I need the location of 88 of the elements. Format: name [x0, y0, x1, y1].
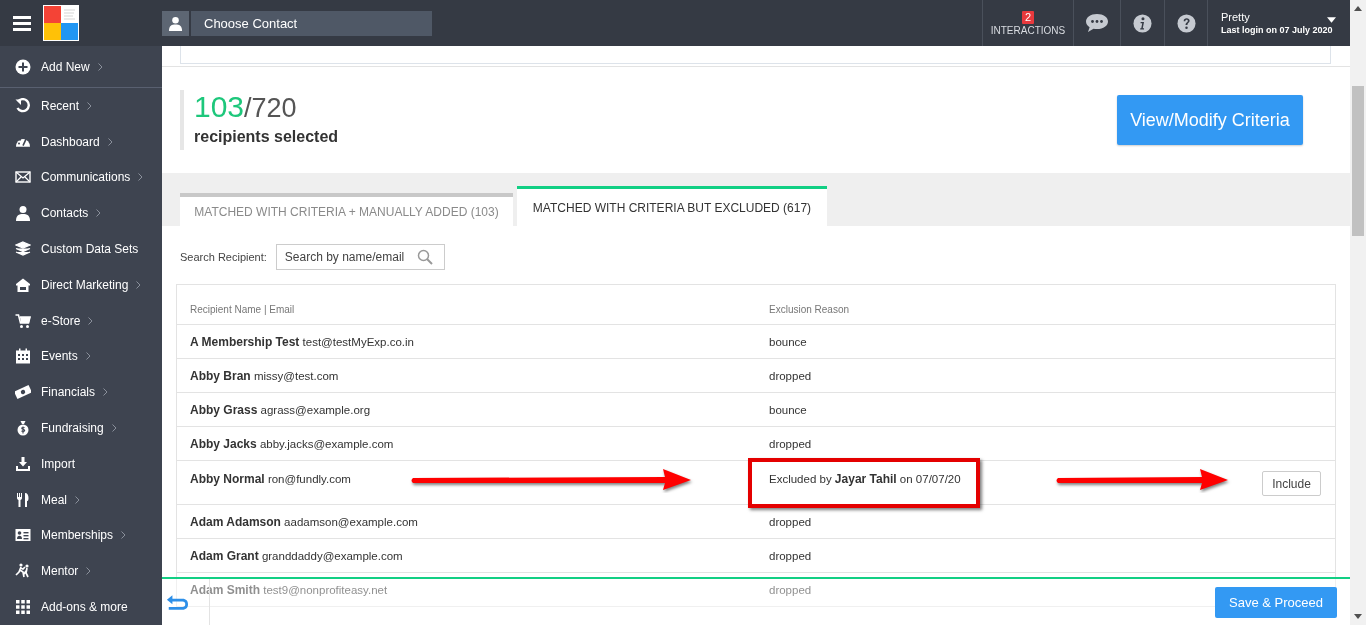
recipient-cell: Adam Smith test9@nonprofiteasy.net: [190, 582, 388, 597]
person-icon: [15, 205, 31, 222]
banknote-icon: [15, 384, 31, 401]
selected-count: 103: [194, 90, 245, 124]
total-count: /720: [244, 93, 297, 124]
sidebar-item[interactable]: Memberships: [0, 517, 162, 554]
scrollbar-thumb[interactable]: [1352, 86, 1364, 236]
sidebar-item[interactable]: Dashboard: [0, 123, 162, 160]
menu-icon[interactable]: [13, 15, 31, 31]
circular-arrow-icon: [15, 97, 31, 114]
sidebar-item[interactable]: Add-ons & more: [0, 589, 162, 625]
sidebar-item[interactable]: Custom Data Sets: [0, 231, 162, 267]
sidebar-label: Recent: [41, 98, 80, 113]
money-bag-icon: [15, 420, 31, 437]
exclusion-reason-cell: bounce: [769, 403, 807, 416]
include-button[interactable]: Include: [1262, 471, 1321, 496]
sidebar-label: Import: [41, 456, 75, 471]
utensils-icon: [15, 491, 31, 508]
exclusion-reason-cell: Excluded by Jayar Tahil on 07/07/20: [769, 472, 961, 486]
sidebar-label: Financials: [41, 385, 96, 400]
sidebar-item[interactable]: Communications: [0, 159, 162, 196]
recipient-cell: Abby Grass agrass@example.org: [190, 402, 371, 417]
recipient-cell: Abby Bran missy@test.com: [190, 368, 339, 383]
last-login-text: Last login on 07 July 2020: [1221, 25, 1333, 35]
cart-icon: [15, 312, 31, 329]
sidebar-item[interactable]: Meal: [0, 481, 162, 518]
sidebar-label: Communications: [41, 170, 131, 185]
tab[interactable]: MATCHED WITH CRITERIA BUT EXCLUDED (617): [517, 186, 827, 226]
recipients-caption: recipients selected: [194, 128, 339, 146]
id-card-icon: [15, 527, 31, 544]
column-header: Exclusion Reason: [769, 304, 850, 315]
sidebar-label: Contacts: [41, 206, 89, 221]
sidebar-item[interactable]: Fundraising: [0, 410, 162, 446]
caret-icon[interactable]: [1327, 17, 1336, 23]
exclusion-reason-cell: dropped: [769, 437, 812, 450]
interactions-label[interactable]: INTERACTIONS: [990, 24, 1066, 36]
search-icon: [416, 249, 433, 265]
sidebar-label: Fundraising: [41, 421, 104, 436]
sidebar-label: Dashboard: [41, 134, 100, 149]
search-label: Search Recipient:: [180, 251, 267, 263]
gauge-icon: [15, 136, 31, 147]
exclusion-reason-cell: dropped: [769, 549, 812, 562]
download-icon: [15, 455, 31, 472]
exclusion-reason-cell: bounce: [769, 335, 807, 348]
exclusion-reason-cell: dropped: [769, 515, 812, 528]
sidebar-item[interactable]: Mentor: [0, 553, 162, 590]
exclusion-reason-cell: dropped: [769, 369, 812, 382]
sidebar-item[interactable]: Contacts: [0, 195, 162, 232]
sidebar-label: Meal: [41, 492, 67, 507]
person-icon: [168, 15, 183, 31]
running-figures-icon: [15, 563, 31, 580]
sidebar-label: Direct Marketing: [41, 277, 129, 292]
scroll-up-arrow-icon[interactable]: [1354, 6, 1362, 11]
sidebar-label: Events: [41, 349, 78, 364]
exclusion-reason-cell: dropped: [769, 583, 812, 596]
grid-icon: [15, 599, 31, 616]
stack-icon: [15, 241, 31, 258]
sidebar-label: Add-ons & more: [41, 600, 128, 615]
info-icon: [1133, 13, 1152, 33]
sidebar-item[interactable]: Events: [0, 338, 162, 375]
sidebar-item[interactable]: Direct Marketing: [0, 267, 162, 303]
scroll-down-arrow-icon[interactable]: [1354, 614, 1362, 619]
calendar-icon: [15, 348, 31, 365]
sidebar-item[interactable]: Financials: [0, 374, 162, 411]
house-icon: [15, 276, 31, 293]
return-arrow-icon: [166, 593, 188, 611]
interactions-count-badge: 2: [1021, 10, 1035, 24]
recipient-cell: Adam Grant granddaddy@example.com: [190, 548, 403, 563]
sidebar-label: e-Store: [41, 313, 81, 328]
user-name[interactable]: Pretty: [1221, 11, 1250, 23]
envelope-icon: [15, 169, 31, 186]
sidebar-item[interactable]: Import: [0, 445, 162, 482]
recipient-cell: A Membership Test test@testMyExp.co.in: [190, 334, 414, 349]
sidebar-label: Mentor: [41, 564, 79, 579]
sidebar-label: Custom Data Sets: [41, 242, 139, 257]
sidebar-item[interactable]: Recent: [0, 88, 162, 124]
logo-icon: [43, 5, 79, 41]
chat-bubble-icon: [1085, 13, 1109, 33]
search-field[interactable]: Search by name/email: [275, 244, 445, 270]
recipient-cell: Adam Adamson aadamson@example.com: [190, 514, 418, 529]
help-icon: [1176, 13, 1196, 33]
sidebar-label: Add New: [41, 59, 90, 74]
sidebar-label: Memberships: [41, 528, 114, 543]
recipient-cell: Abby Jacks abby.jacks@example.com: [190, 436, 394, 451]
plus-circle-icon: [15, 58, 31, 75]
column-header: Recipient Name | Email: [190, 304, 295, 315]
recipient-cell: Abby Normal ron@fundly.com: [190, 472, 351, 486]
sidebar-item[interactable]: e-Store: [0, 302, 162, 339]
